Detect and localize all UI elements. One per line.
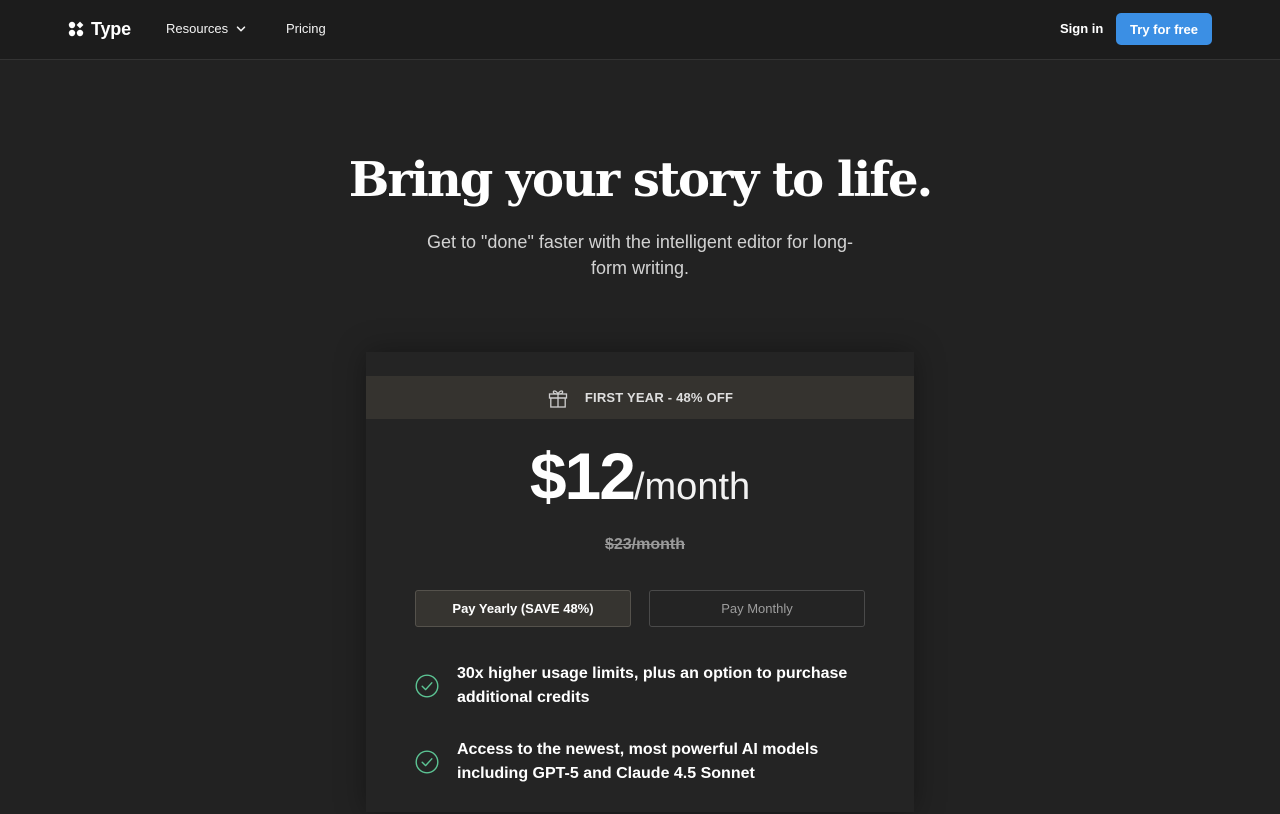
- hero-title: Bring your story to life.: [348, 152, 933, 208]
- gift-icon: [548, 389, 568, 408]
- logo-icon: [68, 21, 84, 37]
- pay-yearly-button[interactable]: Pay Yearly (SAVE 48%): [415, 590, 631, 627]
- top-nav-bar: Type Resources Pricing Sign in Try for f…: [0, 0, 1280, 60]
- nav-resources[interactable]: Resources: [166, 20, 246, 38]
- original-price: $23/month: [604, 536, 685, 553]
- nav-resources-label: Resources: [166, 21, 229, 36]
- promo-banner: FIRST YEAR - 48% OFF: [366, 376, 914, 419]
- feature-text: Access to the newest, most powerful AI m…: [457, 741, 819, 782]
- nav-pricing-label: Pricing: [286, 21, 326, 36]
- pay-monthly-button[interactable]: Pay Monthly: [649, 590, 865, 627]
- hero-subtitle: Get to "done" faster with the intelligen…: [426, 232, 853, 278]
- sign-in-link[interactable]: Sign in: [1060, 20, 1103, 38]
- list-item: Access to the newest, most powerful AI m…: [415, 738, 875, 786]
- promo-text: FIRST YEAR - 48% OFF: [584, 390, 734, 405]
- logo-text: Type: [91, 19, 131, 39]
- try-for-free-button[interactable]: Try for free: [1116, 13, 1212, 45]
- nav-pricing[interactable]: Pricing: [286, 20, 326, 38]
- price-amount: $12: [529, 439, 636, 513]
- chevron-down-icon: [236, 26, 246, 32]
- check-circle-icon: [415, 750, 439, 774]
- check-circle-icon: [415, 674, 439, 698]
- feature-list: 30x higher usage limits, plus an option …: [415, 662, 875, 814]
- price-period: /month: [633, 466, 751, 508]
- feature-text: 30x higher usage limits, plus an option …: [457, 665, 848, 706]
- logo-link[interactable]: Type: [68, 19, 131, 39]
- list-item: 30x higher usage limits, plus an option …: [415, 662, 875, 710]
- price: $12/month: [366, 438, 914, 514]
- pricing-card: FIRST YEAR - 48% OFF $12/month $23/month…: [366, 352, 914, 812]
